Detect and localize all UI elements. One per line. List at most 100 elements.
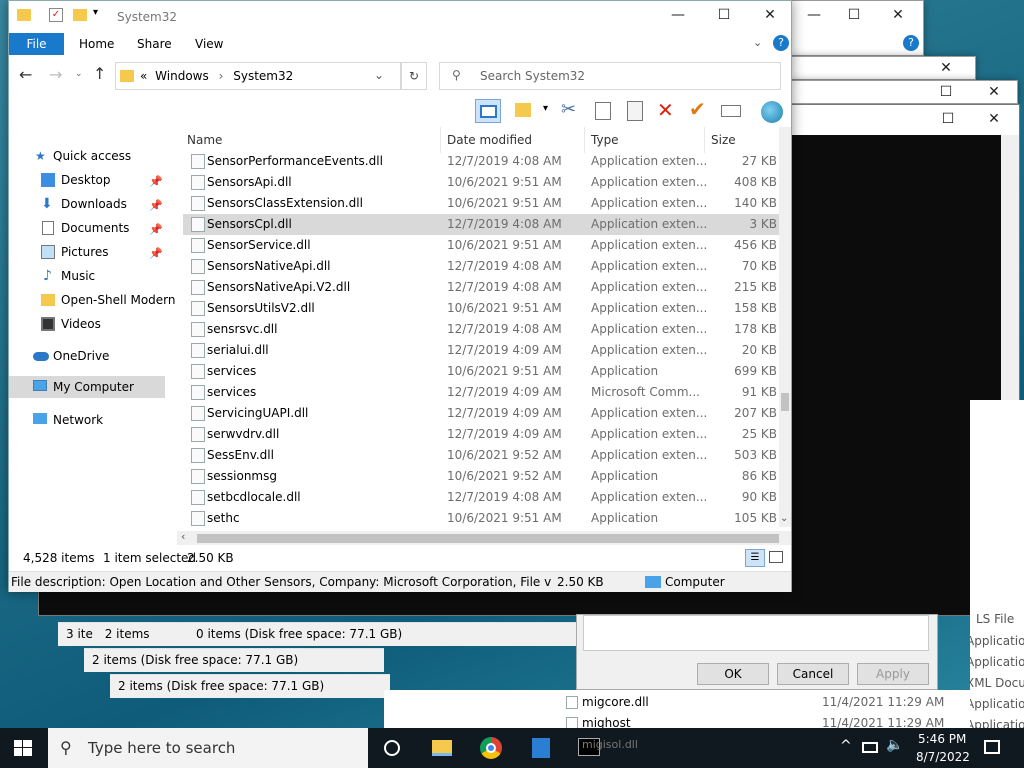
pin-icon[interactable]: 📌 <box>149 171 163 193</box>
nav-open-shell[interactable]: Open-Shell Modern <box>9 289 176 311</box>
table-row[interactable]: sensrsvc.dll 12/7/2019 4:08 AM Application… <box>183 319 779 340</box>
chevron-down-icon[interactable]: ⌄ <box>374 68 384 82</box>
file-explorer-window[interactable]: ✓ ▾ System32 — ☐ ✕ File Home Share View … <box>8 0 792 592</box>
customize-quick-access-icon[interactable]: ▾ <box>93 7 98 18</box>
volume-icon[interactable]: 🔈 <box>886 737 903 753</box>
task-view-icon[interactable] <box>384 740 400 756</box>
app-icon[interactable] <box>532 738 550 758</box>
table-row[interactable]: serwvdrv.dll 12/7/2019 4:09 AM Application… <box>183 424 779 445</box>
nav-desktop[interactable]: Desktop 📌 <box>9 169 169 191</box>
globe-icon[interactable] <box>761 101 783 123</box>
close-icon[interactable]: ✕ <box>971 105 1017 133</box>
tab-home[interactable]: Home <box>71 33 122 55</box>
nav-videos[interactable]: Videos <box>9 313 169 335</box>
scroll-thumb[interactable] <box>781 393 789 411</box>
back-arrow-icon[interactable]: ← <box>19 65 32 84</box>
background-window-1[interactable]: — ☐ ✕ ? <box>790 0 924 56</box>
tab-share[interactable]: Share <box>129 33 180 55</box>
taskbar-search-input[interactable]: Type here to search <box>88 728 235 768</box>
properties-icon[interactable]: ✓ <box>49 8 63 22</box>
cut-icon[interactable]: ✂ <box>561 99 576 120</box>
chevron-down-icon[interactable]: ▾ <box>543 103 548 114</box>
nav-onedrive[interactable]: OneDrive <box>9 345 169 367</box>
table-row[interactable]: SensorsNativeApi.V2.dll 12/7/2019 4:08 AM… <box>183 277 779 298</box>
large-icons-view-icon[interactable] <box>769 551 783 563</box>
checkmark-icon[interactable]: ✔ <box>689 97 706 121</box>
notification-icon[interactable] <box>984 740 1000 754</box>
network-icon[interactable] <box>862 742 878 753</box>
table-row[interactable]: SessEnv.dll 10/6/2021 9:52 AM Application … <box>183 445 779 466</box>
paste-icon[interactable] <box>627 101 643 121</box>
table-row[interactable]: ServicingUAPI.dll 12/7/2019 4:09 AM Applic… <box>183 403 779 424</box>
maximize-icon[interactable]: ☐ <box>831 1 877 29</box>
delete-icon[interactable]: ✕ <box>657 98 674 122</box>
background-window-2[interactable]: ✕ <box>790 56 976 80</box>
new-folder-icon[interactable] <box>73 9 87 21</box>
cancel-button[interactable]: Cancel <box>777 663 849 685</box>
table-row[interactable]: setbcdlocale.dll 12/7/2019 4:08 AM Applica… <box>183 487 779 508</box>
details-view-icon[interactable]: ☰ <box>745 549 765 567</box>
nav-documents[interactable]: Documents 📌 <box>9 217 169 239</box>
minimize-icon[interactable]: — <box>655 1 701 29</box>
table-row[interactable]: sethc 10/6/2021 9:51 AM Application 105 KB <box>183 508 779 529</box>
table-row[interactable]: services 10/6/2021 9:51 AM Application 699 … <box>183 361 779 382</box>
folder-options-icon[interactable] <box>515 103 531 117</box>
title-bar[interactable]: ✓ ▾ System32 — ☐ ✕ <box>9 1 791 33</box>
help-icon[interactable]: ? <box>903 35 919 51</box>
file-explorer-taskbar-icon[interactable] <box>432 740 452 756</box>
pin-icon[interactable]: 📌 <box>149 243 163 265</box>
windows-start-icon[interactable] <box>14 740 32 756</box>
preview-pane-icon[interactable] <box>475 99 501 123</box>
column-header-date[interactable]: Date modified <box>443 127 585 153</box>
help-icon[interactable]: ? <box>773 35 789 51</box>
table-row[interactable]: serialui.dll 12/7/2019 4:09 AM Application… <box>183 340 779 361</box>
breadcrumb-overflow[interactable]: « <box>140 69 147 83</box>
breadcrumb-windows[interactable]: Windows <box>155 69 209 83</box>
maximize-icon[interactable]: ☐ <box>923 78 969 106</box>
pin-icon[interactable]: 📌 <box>149 195 163 217</box>
table-row[interactable]: SensorsApi.dll 10/6/2021 9:51 AM Applicati… <box>183 172 779 193</box>
nav-music[interactable]: ♪ Music <box>9 265 169 287</box>
nav-downloads[interactable]: ⬇ Downloads 📌 <box>9 193 169 215</box>
table-row[interactable]: sessionmsg 10/6/2021 9:52 AM Application 86… <box>183 466 779 487</box>
scroll-thumb[interactable] <box>197 534 779 543</box>
refresh-button[interactable]: ↻ <box>401 62 427 90</box>
maximize-icon[interactable]: ☐ <box>701 1 747 29</box>
rename-icon[interactable] <box>721 105 741 117</box>
chrome-icon[interactable] <box>480 737 502 759</box>
chevron-up-icon[interactable]: ^ <box>840 738 852 754</box>
close-icon[interactable]: ✕ <box>875 1 921 29</box>
search-input[interactable]: Search System32 <box>480 69 585 83</box>
copy-icon[interactable] <box>595 102 611 120</box>
apply-button[interactable]: Apply <box>857 663 929 685</box>
column-header-size[interactable]: Size <box>707 127 777 153</box>
background-window-3[interactable]: ☐ ✕ <box>790 80 1018 104</box>
recent-locations-icon[interactable]: ⌄ <box>75 69 83 79</box>
table-row[interactable]: SensorPerformanceEvents.dll 12/7/2019 4:0… <box>183 151 779 172</box>
address-bar[interactable]: « Windows › System32 ⌄ <box>115 62 401 90</box>
expand-ribbon-icon[interactable]: ⌄ <box>753 36 762 49</box>
breadcrumb-system32[interactable]: System32 <box>233 69 293 83</box>
close-icon[interactable]: ✕ <box>971 78 1017 106</box>
horizontal-scrollbar[interactable]: ‹ <box>177 530 791 545</box>
file-name[interactable]: mighost <box>582 716 631 728</box>
chevron-left-icon[interactable]: ‹ <box>181 530 185 543</box>
nav-pictures[interactable]: Pictures 📌 <box>9 241 169 263</box>
clock-date[interactable]: 8/7/2022 <box>916 750 970 764</box>
forward-arrow-icon[interactable]: → <box>49 65 62 84</box>
clock-time[interactable]: 5:46 PM <box>918 732 966 746</box>
table-row[interactable]: SensorsUtilsV2.dll 10/6/2021 9:51 AM Appli… <box>183 298 779 319</box>
file-name[interactable]: migcore.dll <box>582 695 649 709</box>
nav-my-computer[interactable]: My Computer <box>9 376 165 398</box>
vertical-scrollbar[interactable]: ⌄ <box>779 127 791 527</box>
chevron-down-icon[interactable]: ⌄ <box>780 513 788 524</box>
nav-network[interactable]: Network <box>9 409 169 431</box>
tab-view[interactable]: View <box>187 33 231 55</box>
column-header-type[interactable]: Type <box>587 127 705 153</box>
search-box[interactable]: ⚲ Search System32 <box>439 62 781 90</box>
maximize-icon[interactable]: ☐ <box>925 105 971 133</box>
table-row[interactable]: services 12/7/2019 4:09 AM Microsoft Comm.… <box>183 382 779 403</box>
ok-button[interactable]: OK <box>697 663 769 685</box>
pin-icon[interactable]: 📌 <box>149 219 163 241</box>
table-row[interactable]: SensorsClassExtension.dll 10/6/2021 9:51 … <box>183 193 779 214</box>
